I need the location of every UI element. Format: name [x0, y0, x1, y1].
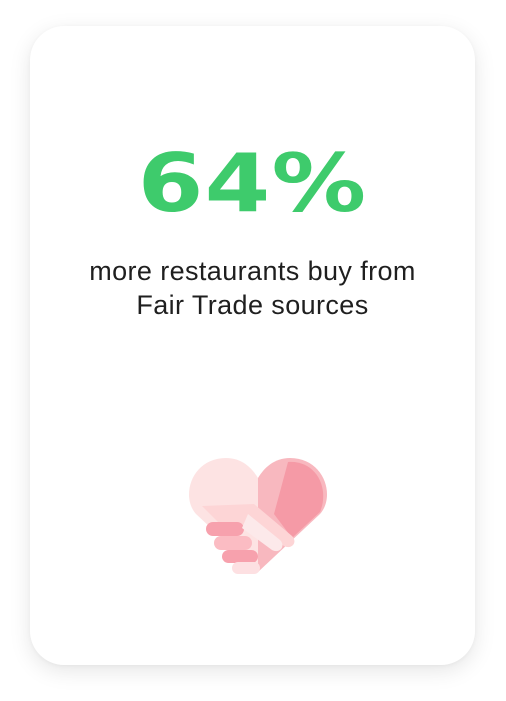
stat-card: 64% more restaurants buy from Fair Trade…	[30, 26, 475, 665]
stat-value: 64%	[137, 137, 368, 230]
heart-handshake-icon	[188, 458, 328, 574]
stat-caption: more restaurants buy from Fair Trade sou…	[89, 256, 416, 320]
